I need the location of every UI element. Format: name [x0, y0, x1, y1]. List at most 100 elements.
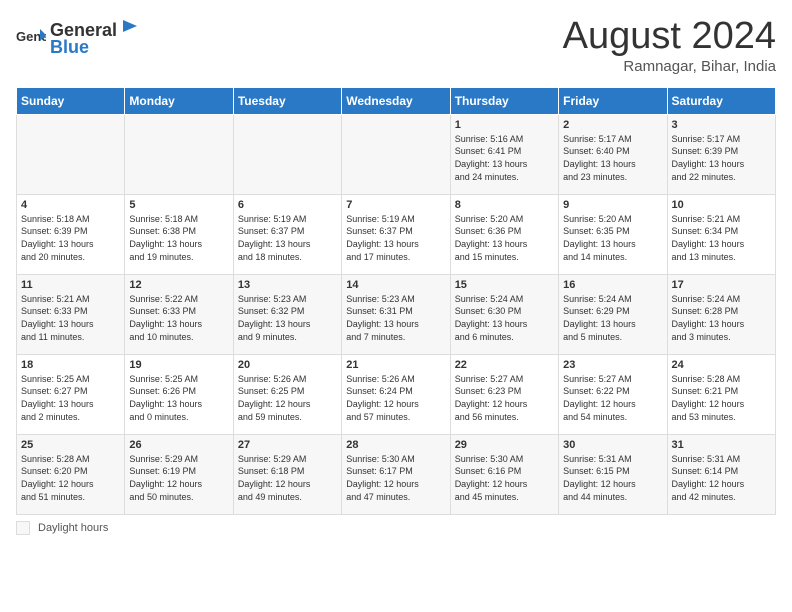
cell-text: Sunset: 6:41 PM [455, 145, 554, 158]
calendar-week-row: 1Sunrise: 5:16 AMSunset: 6:41 PMDaylight… [17, 114, 776, 194]
cell-text: and 17 minutes. [346, 251, 445, 264]
day-number: 8 [455, 199, 554, 211]
cell-text: Sunrise: 5:31 AM [672, 453, 771, 466]
day-number: 11 [21, 279, 120, 291]
day-header-monday: Monday [125, 87, 233, 114]
calendar-cell: 2Sunrise: 5:17 AMSunset: 6:40 PMDaylight… [559, 114, 667, 194]
calendar-cell: 17Sunrise: 5:24 AMSunset: 6:28 PMDayligh… [667, 274, 775, 354]
day-header-wednesday: Wednesday [342, 87, 450, 114]
cell-text: and 51 minutes. [21, 491, 120, 504]
logo-icon: General [16, 25, 46, 49]
calendar-cell: 26Sunrise: 5:29 AMSunset: 6:19 PMDayligh… [125, 434, 233, 514]
day-number: 20 [238, 359, 337, 371]
cell-text: Sunrise: 5:26 AM [238, 373, 337, 386]
cell-text: Sunrise: 5:23 AM [238, 293, 337, 306]
calendar-cell: 25Sunrise: 5:28 AMSunset: 6:20 PMDayligh… [17, 434, 125, 514]
main-title: August 2024 [563, 16, 776, 58]
cell-text: and 49 minutes. [238, 491, 337, 504]
calendar-cell: 15Sunrise: 5:24 AMSunset: 6:30 PMDayligh… [450, 274, 558, 354]
cell-text: Sunset: 6:18 PM [238, 465, 337, 478]
day-number: 7 [346, 199, 445, 211]
cell-text: Sunset: 6:37 PM [238, 225, 337, 238]
cell-text: Sunrise: 5:17 AM [672, 133, 771, 146]
cell-text: Sunset: 6:39 PM [21, 225, 120, 238]
cell-text: Sunrise: 5:23 AM [346, 293, 445, 306]
cell-text: and 24 minutes. [455, 171, 554, 184]
cell-text: Daylight: 13 hours [129, 398, 228, 411]
cell-text: and 44 minutes. [563, 491, 662, 504]
day-number: 22 [455, 359, 554, 371]
day-header-saturday: Saturday [667, 87, 775, 114]
cell-text: Daylight: 13 hours [346, 238, 445, 251]
cell-text: Sunrise: 5:24 AM [672, 293, 771, 306]
cell-text: and 0 minutes. [129, 411, 228, 424]
cell-text: and 20 minutes. [21, 251, 120, 264]
cell-text: Sunset: 6:39 PM [672, 145, 771, 158]
calendar-cell: 12Sunrise: 5:22 AMSunset: 6:33 PMDayligh… [125, 274, 233, 354]
cell-text: Daylight: 13 hours [672, 158, 771, 171]
logo-blue-text: Blue [50, 37, 89, 57]
cell-text: Sunset: 6:38 PM [129, 225, 228, 238]
calendar-cell: 8Sunrise: 5:20 AMSunset: 6:36 PMDaylight… [450, 194, 558, 274]
day-number: 15 [455, 279, 554, 291]
calendar-cell: 11Sunrise: 5:21 AMSunset: 6:33 PMDayligh… [17, 274, 125, 354]
calendar-header-row: SundayMondayTuesdayWednesdayThursdayFrid… [17, 87, 776, 114]
daylight-box [16, 521, 30, 535]
calendar-cell: 22Sunrise: 5:27 AMSunset: 6:23 PMDayligh… [450, 354, 558, 434]
cell-text: and 7 minutes. [346, 331, 445, 344]
cell-text: Sunset: 6:37 PM [346, 225, 445, 238]
cell-text: Daylight: 13 hours [672, 238, 771, 251]
day-number: 4 [21, 199, 120, 211]
cell-text: Daylight: 13 hours [672, 318, 771, 331]
cell-text: and 42 minutes. [672, 491, 771, 504]
cell-text: Sunrise: 5:28 AM [672, 373, 771, 386]
cell-text: Sunrise: 5:30 AM [346, 453, 445, 466]
cell-text: Sunrise: 5:25 AM [21, 373, 120, 386]
cell-text: Sunset: 6:24 PM [346, 385, 445, 398]
calendar-cell: 31 Sunrise: 5:31 AMSunset: 6:14 PMDayligh… [667, 434, 775, 514]
cell-text: Daylight: 12 hours [455, 398, 554, 411]
cell-text: Daylight: 13 hours [238, 318, 337, 331]
cell-text: Sunset: 6:14 PM [672, 465, 771, 478]
day-number: 31 [672, 439, 771, 451]
cell-text: Sunrise: 5:30 AM [455, 453, 554, 466]
cell-text: Sunset: 6:31 PM [346, 305, 445, 318]
cell-text: Sunset: 6:25 PM [238, 385, 337, 398]
cell-text: Sunset: 6:32 PM [238, 305, 337, 318]
calendar-cell: 7Sunrise: 5:19 AMSunset: 6:37 PMDaylight… [342, 194, 450, 274]
cell-text: Daylight: 12 hours [563, 478, 662, 491]
calendar-cell: 6Sunrise: 5:19 AMSunset: 6:37 PMDaylight… [233, 194, 341, 274]
calendar-cell: 24Sunrise: 5:28 AMSunset: 6:21 PMDayligh… [667, 354, 775, 434]
cell-text: Daylight: 13 hours [455, 158, 554, 171]
day-number: 26 [129, 439, 228, 451]
title-area: August 2024 Ramnagar, Bihar, India [563, 16, 776, 75]
cell-text: and 3 minutes. [672, 331, 771, 344]
calendar-cell: 1Sunrise: 5:16 AMSunset: 6:41 PMDaylight… [450, 114, 558, 194]
cell-text: Daylight: 12 hours [672, 478, 771, 491]
cell-text: Sunset: 6:29 PM [563, 305, 662, 318]
calendar-cell: 16Sunrise: 5:24 AMSunset: 6:29 PMDayligh… [559, 274, 667, 354]
day-number: 9 [563, 199, 662, 211]
calendar-week-row: 4 Sunrise: 5:18 AMSunset: 6:39 PM Daylight… [17, 194, 776, 274]
cell-text: Sunrise: 5:22 AM [129, 293, 228, 306]
day-number: 14 [346, 279, 445, 291]
calendar-cell: 29Sunrise: 5:30 AMSunset: 6:16 PMDayligh… [450, 434, 558, 514]
calendar-week-row: 11Sunrise: 5:21 AMSunset: 6:33 PMDayligh… [17, 274, 776, 354]
cell-text: Sunset: 6:19 PM [129, 465, 228, 478]
calendar-cell: 4Sunrise: 5:18 AMSunset: 6:39 PMDaylight… [17, 194, 125, 274]
cell-text: Sunset: 6:17 PM [346, 465, 445, 478]
cell-text: Sunset: 6:33 PM [129, 305, 228, 318]
cell-text: Sunset: 6:36 PM [455, 225, 554, 238]
cell-text: Sunrise: 5:26 AM [346, 373, 445, 386]
cell-text: Sunrise: 5:25 AM [129, 373, 228, 386]
cell-text: and 19 minutes. [129, 251, 228, 264]
cell-text: Sunset: 6:33 PM [21, 305, 120, 318]
cell-text: and 9 minutes. [238, 331, 337, 344]
cell-text: Sunrise: 5:16 AM [455, 133, 554, 146]
cell-text: Sunrise: 5:24 AM [563, 293, 662, 306]
cell-text: Sunrise: 5:18 AM [21, 213, 120, 226]
cell-text: and 15 minutes. [455, 251, 554, 264]
cell-text: and 45 minutes. [455, 491, 554, 504]
cell-text: Sunset: 6:26 PM [129, 385, 228, 398]
cell-text: Daylight: 13 hours [563, 238, 662, 251]
